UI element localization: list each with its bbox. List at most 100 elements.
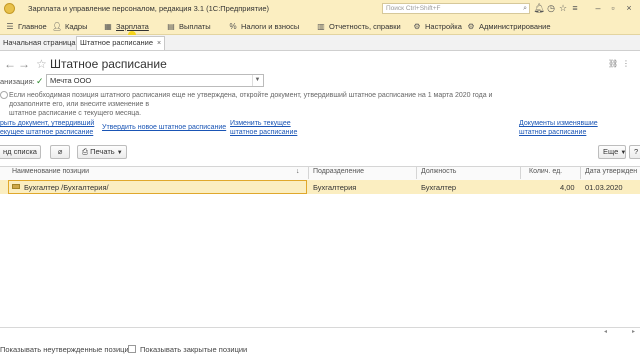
more-vertical-icon[interactable]: ⋮ <box>622 59 630 68</box>
show-closed-checkbox[interactable] <box>128 345 136 353</box>
close-icon[interactable]: × <box>157 40 161 47</box>
star-icon[interactable]: ☆ <box>557 3 569 14</box>
info-line: штатное расписание с текущего месяца. <box>9 110 142 117</box>
scroll-left-icon[interactable]: ◂ <box>604 328 607 335</box>
list-view-button[interactable]: нд списка <box>0 145 41 159</box>
organization-label: анизация: <box>0 77 35 86</box>
print-label: Печать <box>90 147 115 156</box>
tab-home[interactable]: Начальная страница <box>0 37 79 49</box>
menu-label: Главное <box>18 22 47 31</box>
chart-icon: ▥ <box>317 22 325 31</box>
show-unapproved-label[interactable]: Показывать неутвержденные позиции <box>0 345 133 354</box>
help-button[interactable]: ? <box>629 145 640 159</box>
menu-icon[interactable]: ≡ <box>569 3 581 13</box>
link-icon[interactable]: ⛓ <box>608 59 618 68</box>
cell-approval-date: 01.03.2020 <box>585 183 623 192</box>
approve-new-schedule-link[interactable]: Утвердить новое штатное расписание <box>102 123 226 132</box>
forward-arrow-icon[interactable]: → <box>18 57 30 71</box>
scroll-right-icon[interactable]: ▸ <box>632 328 635 335</box>
person-icon: 👤︎ <box>52 22 63 31</box>
column-divider <box>520 166 521 179</box>
table-bottom-border <box>0 327 640 328</box>
info-icon <box>0 91 8 99</box>
column-divider <box>308 166 309 179</box>
app-logo-icon <box>4 3 15 14</box>
menu-item-reports[interactable]: ▥ Отчетность, справки <box>316 21 401 32</box>
menu-item-taxes[interactable]: % Налоги и взносы <box>228 21 299 32</box>
link-text: штатное расписание <box>230 129 298 136</box>
change-documents-link[interactable]: Документы изменявшие штатное расписание <box>519 119 598 137</box>
menu-label: Администрирование <box>479 22 551 31</box>
sort-arrow-icon[interactable]: ↓ <box>296 168 300 175</box>
paperclip-icon: ⌀ <box>57 147 63 156</box>
chevron-down-icon: ▼ <box>116 150 123 156</box>
bell-icon[interactable]: 🔔︎ <box>533 3 545 14</box>
menu-label: Настройка <box>425 22 462 31</box>
menu-item-payments[interactable]: ▤ Выплаты <box>166 21 211 32</box>
cell-quantity: 4,00 <box>560 183 575 192</box>
organization-field[interactable]: Мечта ООО ▼ <box>46 74 264 87</box>
printer-icon: ⎙ <box>82 147 88 156</box>
tab-staff-schedule[interactable]: Штатное расписание × <box>76 36 166 50</box>
search-placeholder: Поиск Ctrl+Shift+F <box>386 5 441 12</box>
search-icon[interactable]: ⌕ <box>523 4 527 13</box>
column-divider <box>416 166 417 179</box>
menu-item-settings[interactable]: ⚙ Настройка <box>412 21 462 32</box>
column-header-name[interactable]: Наименование позиции <box>12 168 89 175</box>
column-header-department[interactable]: Подразделение <box>313 168 364 175</box>
link-text: Изменить текущее <box>230 120 291 127</box>
back-arrow-icon[interactable]: ← <box>4 57 16 71</box>
print-button[interactable]: ⎙ Печать ▼ <box>77 145 127 159</box>
percent-icon: % <box>229 22 237 31</box>
tab-label: Начальная страница <box>3 38 76 47</box>
chevron-down-icon: ▼ <box>620 150 627 156</box>
link-text: Документы изменявшие <box>519 120 598 127</box>
menu-label: Налоги и взносы <box>241 22 300 31</box>
column-header-approval-date[interactable]: Дата утвержден <box>585 168 637 175</box>
menu-item-main[interactable]: ☰ Главное <box>5 21 47 32</box>
link-text: штатное расписание <box>519 129 587 136</box>
page-title: Штатное расписание <box>50 57 167 71</box>
more-label: Еще <box>603 147 619 156</box>
restore-icon[interactable]: ▫ <box>607 3 619 13</box>
wallet-icon: ▤ <box>167 22 175 31</box>
global-search-input[interactable]: Поиск Ctrl+Shift+F ⌕ <box>382 3 530 14</box>
checkmark-icon: ✓ <box>36 76 44 86</box>
menu-label: Отчетность, справки <box>329 22 401 31</box>
menu-item-staff[interactable]: 👤︎ Кадры <box>52 21 87 32</box>
tab-label: Штатное расписание <box>80 38 154 47</box>
open-approving-document-link[interactable]: рыть документ, утвердивший екущее штатно… <box>0 119 94 137</box>
attach-button[interactable]: ⌀ <box>50 145 70 159</box>
column-header-quantity[interactable]: Колич. ед. <box>529 168 562 175</box>
menu-label: Кадры <box>65 22 88 31</box>
window-title-bar: Зарплата и управление персоналом, редакц… <box>0 0 640 17</box>
more-button[interactable]: Еще ▼ <box>598 145 626 159</box>
cell-name: Бухгалтер /Бухгалтерия/ <box>24 183 109 192</box>
gear-icon: ⚙ <box>413 22 421 31</box>
show-closed-label[interactable]: Показывать закрытые позиции <box>140 345 247 354</box>
link-text: екущее штатное расписание <box>0 129 94 136</box>
column-divider <box>580 166 581 179</box>
info-line: Если необходимая позиция штатного распис… <box>9 92 493 108</box>
admin-icon: ⚙ <box>467 22 475 31</box>
menu-icon: ☰ <box>6 22 14 31</box>
window-title: Зарплата и управление персоналом, редакц… <box>28 4 270 13</box>
menu-label: Зарплата <box>116 22 149 31</box>
staff-position-icon <box>12 184 20 189</box>
link-text: рыть документ, утвердивший <box>0 120 95 127</box>
menu-label: Выплаты <box>179 22 211 31</box>
change-current-schedule-link[interactable]: Изменить текущее штатное расписание <box>230 119 297 137</box>
minimize-icon[interactable]: – <box>592 3 604 13</box>
chevron-down-icon[interactable]: ▼ <box>252 75 262 86</box>
cell-position: Бухгалтер <box>421 183 457 192</box>
favorite-star-icon[interactable]: ☆ <box>36 57 47 71</box>
menu-item-salary[interactable]: ▦ Зарплата <box>103 21 149 32</box>
info-message: Если необходимая позиция штатного распис… <box>9 91 509 118</box>
close-icon[interactable]: × <box>623 3 635 13</box>
cell-department: Бухгалтерия <box>313 183 357 192</box>
column-header-position[interactable]: Должность <box>421 168 456 175</box>
history-icon[interactable]: ◷ <box>545 3 557 14</box>
menu-item-admin[interactable]: ⚙ Администрирование <box>466 21 551 32</box>
organization-value: Мечта ООО <box>50 76 92 85</box>
calculator-icon: ▦ <box>104 22 112 31</box>
